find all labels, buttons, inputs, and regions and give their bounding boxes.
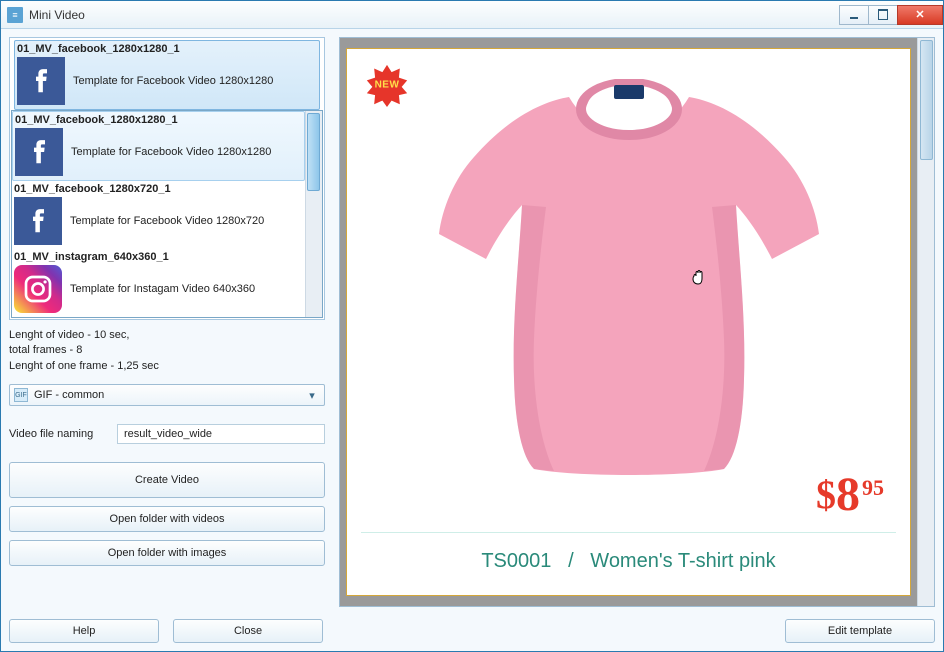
maximize-button[interactable] [868,5,898,25]
app-icon: ≡ [7,7,23,23]
product-price: $ 8 95 [816,471,884,519]
product-image [414,79,844,479]
gif-format-icon: GIF [14,388,28,402]
app-window: ≡ Mini Video 01_MV_facebook_1280x1280_1 [0,0,944,652]
template-list-item[interactable]: 01_MV_facebook_1280x720_1 Template for F… [12,181,305,249]
template-dropdown-list[interactable]: 01_MV_facebook_1280x1280_1 Template for … [11,110,323,318]
edit-template-button[interactable]: Edit template [785,619,935,643]
create-video-button[interactable]: Create Video [9,462,325,498]
template-list-item[interactable]: 01_MV_instagram_640x360_1 Template for I… [12,249,305,317]
facebook-icon [17,57,65,105]
left-panel: 01_MV_facebook_1280x1280_1 Template for … [9,37,325,643]
divider [361,532,896,533]
window-title: Mini Video [29,8,840,22]
preview-viewport[interactable]: NEW [339,37,935,607]
badge-text: NEW [375,80,400,91]
video-file-naming-label: Video file naming [9,428,107,440]
template-selected-item[interactable]: 01_MV_facebook_1280x1280_1 Template for … [14,40,320,110]
video-info-text: Lenght of video - 10 sec, total frames -… [9,328,325,374]
template-name: 01_MV_instagram_640x360_1 [14,251,303,263]
template-description: Template for Facebook Video 1280x1280 [71,146,271,158]
combo-value: GIF - common [34,389,304,401]
facebook-icon [15,128,63,176]
close-window-button[interactable] [897,5,943,25]
facebook-icon [14,197,62,245]
template-description: Template for Facebook Video 1280x720 [70,215,264,227]
output-format-combo[interactable]: GIF GIF - common ▾ [9,384,325,406]
titlebar[interactable]: ≡ Mini Video [1,1,943,29]
client-area: 01_MV_facebook_1280x1280_1 Template for … [1,29,943,651]
help-button[interactable]: Help [9,619,159,643]
template-description: Template for Instagam Video 640x360 [70,283,255,295]
template-list-scrollbar[interactable] [305,111,322,317]
template-name: 01_MV_facebook_1280x720_1 [14,183,303,195]
instagram-icon [14,265,62,313]
video-file-naming-input[interactable] [117,424,325,444]
template-selector[interactable]: 01_MV_facebook_1280x1280_1 Template for … [9,37,325,320]
scrollbar-thumb[interactable] [307,113,320,191]
close-button[interactable]: Close [173,619,323,643]
minimize-button[interactable] [839,5,869,25]
template-name: 01_MV_facebook_1280x1280_1 [15,114,302,126]
product-title: TS0001 / Women's T-shirt pink [347,550,910,573]
new-badge: NEW [365,63,409,107]
chevron-down-icon: ▾ [304,389,320,402]
open-videos-folder-button[interactable]: Open folder with videos [9,506,325,532]
open-images-folder-button[interactable]: Open folder with images [9,540,325,566]
preview-scrollbar[interactable] [917,38,934,606]
template-description: Template for Facebook Video 1280x1280 [73,75,273,87]
preview-panel: NEW [339,37,935,607]
template-list-item[interactable]: 01_MV_facebook_1280x1280_1 Template for … [12,111,305,181]
product-card: NEW [346,48,911,596]
scrollbar-thumb[interactable] [920,40,933,160]
template-name: 01_MV_facebook_1280x1280_1 [17,43,317,55]
